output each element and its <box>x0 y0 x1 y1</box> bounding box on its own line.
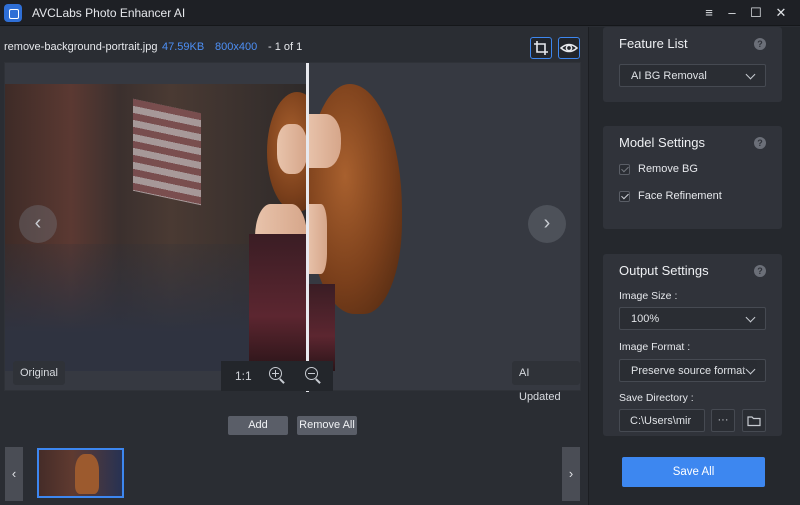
page-indicator: - 1 of 1 <box>268 41 303 53</box>
title-bar: AVCLabs Photo Enhancer AI ≡ – ☐ ✕ <box>0 0 800 26</box>
preview-toggle-button[interactable] <box>558 37 580 59</box>
zoom-in-icon[interactable] <box>269 367 287 385</box>
output-settings-card: Output Settings ? Image Size : 100% Imag… <box>603 254 782 436</box>
help-icon[interactable]: ? <box>754 265 766 277</box>
crop-icon <box>534 41 548 55</box>
crop-button[interactable] <box>530 37 552 59</box>
add-button[interactable]: Add <box>228 416 288 435</box>
menu-icon[interactable]: ≡ <box>698 3 720 23</box>
remove-bg-label: Remove BG <box>638 163 698 175</box>
close-icon[interactable]: ✕ <box>770 3 792 23</box>
chevron-down-icon <box>745 312 756 323</box>
remove-all-button[interactable]: Remove All <box>297 416 357 435</box>
remove-bg-checkbox <box>619 164 630 175</box>
eye-icon <box>559 43 579 53</box>
save-directory-value: C:\Users\mir <box>630 415 692 427</box>
output-settings-title: Output Settings <box>619 263 709 278</box>
save-directory-label: Save Directory : <box>619 392 694 404</box>
zoom-out-icon[interactable] <box>305 367 323 385</box>
save-directory-input[interactable]: C:\Users\mir <box>619 409 705 432</box>
feature-select-value: AI BG Removal <box>631 70 707 82</box>
thumbnail-next-button[interactable]: › <box>562 447 580 501</box>
file-name: remove-background-portrait.jpg <box>4 41 158 53</box>
app-logo-icon <box>4 4 22 22</box>
background-flag <box>133 98 201 206</box>
file-size: 47.59KB <box>162 41 205 53</box>
file-dimensions: 800x400 <box>215 41 258 53</box>
original-label: Original <box>13 361 65 385</box>
image-size-select[interactable]: 100% <box>619 307 766 330</box>
thumbnail-prev-button[interactable]: ‹ <box>5 447 23 501</box>
chevron-right-icon: › <box>568 466 574 481</box>
folder-icon <box>747 416 761 427</box>
chevron-left-icon: ‹ <box>34 212 42 234</box>
ai-updated-label: AI Updated <box>512 361 580 403</box>
help-icon[interactable]: ? <box>754 137 766 149</box>
open-folder-button[interactable] <box>742 409 766 432</box>
zoom-controls: 1:1 <box>221 361 333 391</box>
next-image-button[interactable]: › <box>528 205 566 243</box>
image-size-value: 100% <box>631 313 660 325</box>
chevron-down-icon <box>745 364 756 375</box>
face-refinement-checkbox[interactable] <box>619 191 630 202</box>
browse-button[interactable]: ··· <box>711 409 735 432</box>
chevron-down-icon <box>745 69 756 80</box>
minimize-icon[interactable]: – <box>721 3 743 23</box>
face-refinement-label: Face Refinement <box>638 190 722 202</box>
file-info-bar: remove-background-portrait.jpg 47.59KB 8… <box>0 34 586 60</box>
image-format-value: Preserve source format <box>631 365 746 377</box>
compare-slider-handle[interactable] <box>306 63 309 392</box>
zoom-ratio-button[interactable]: 1:1 <box>235 369 252 383</box>
thumbnail-strip: ‹ › <box>0 443 586 505</box>
maximize-icon[interactable]: ☐ <box>745 3 767 23</box>
thumbnail-item[interactable] <box>37 448 124 498</box>
help-icon[interactable]: ? <box>754 38 766 50</box>
processed-image <box>307 84 433 371</box>
feature-list-title: Feature List <box>619 36 688 51</box>
model-settings-title: Model Settings <box>619 135 705 150</box>
settings-panel: Feature List ? AI BG Removal Model Setti… <box>588 27 800 505</box>
model-settings-card: Model Settings ? Remove BG Face Refineme… <box>603 126 782 229</box>
image-format-label: Image Format : <box>619 341 691 353</box>
image-preview[interactable]: ‹ › Original AI Updated 1:1 <box>4 62 581 403</box>
prev-image-button[interactable]: ‹ <box>19 205 57 243</box>
save-all-button[interactable]: Save All <box>622 457 765 487</box>
image-format-select[interactable]: Preserve source format <box>619 359 766 382</box>
feature-list-card: Feature List ? AI BG Removal <box>603 27 782 102</box>
feature-select[interactable]: AI BG Removal <box>619 64 766 87</box>
chevron-left-icon: ‹ <box>11 466 17 481</box>
image-size-label: Image Size : <box>619 290 678 302</box>
chevron-right-icon: › <box>543 212 551 234</box>
app-title: AVCLabs Photo Enhancer AI <box>32 6 186 20</box>
